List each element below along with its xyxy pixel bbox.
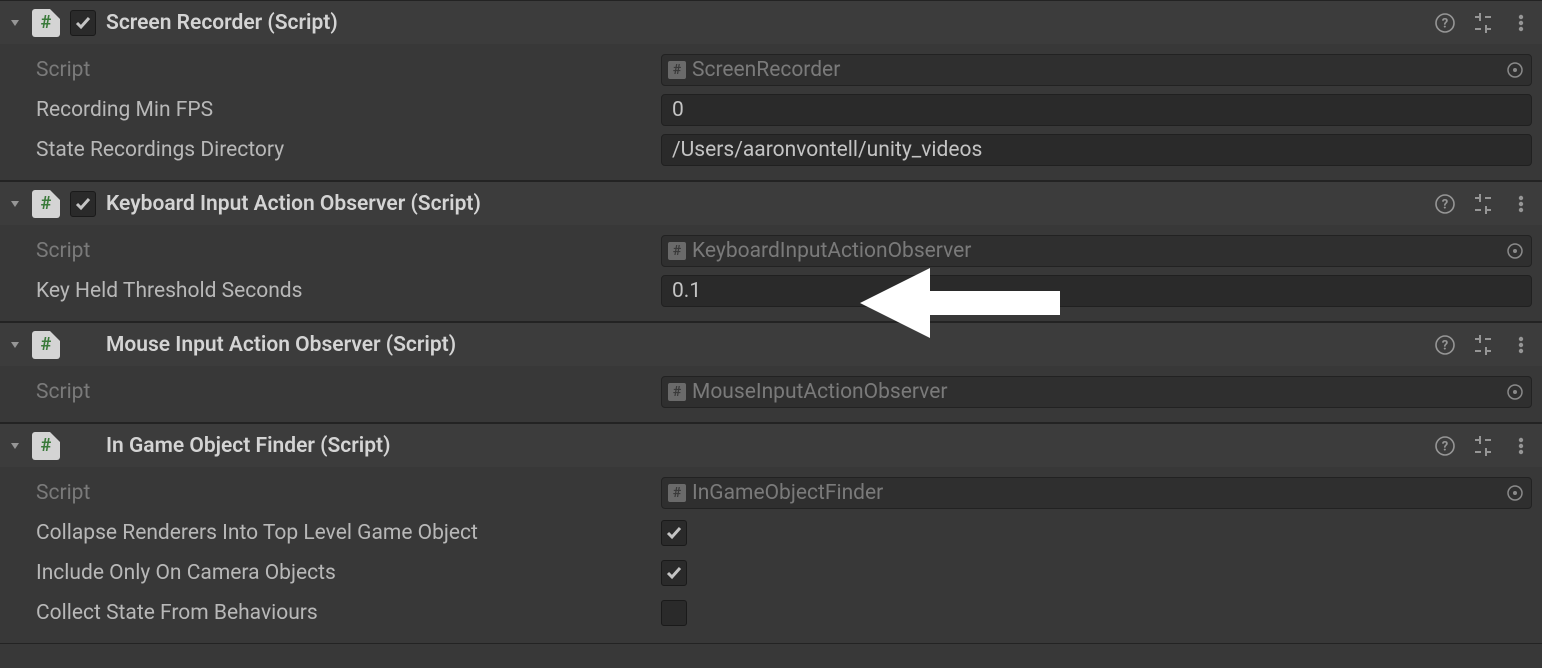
script-mini-icon: #: [668, 242, 686, 260]
field-label: Recording Min FPS: [36, 98, 661, 122]
component-mouse-observer: # Mouse Input Action Observer (Script) ?…: [0, 322, 1542, 423]
collapse-renderers-row: Collapse Renderers Into Top Level Game O…: [0, 513, 1542, 553]
script-icon: #: [32, 190, 60, 218]
script-icon: #: [32, 9, 60, 37]
foldout-toggle[interactable]: [6, 439, 24, 453]
component-header[interactable]: # Mouse Input Action Observer (Script) ?: [0, 322, 1542, 366]
context-menu-icon[interactable]: [1510, 334, 1532, 356]
foldout-toggle[interactable]: [6, 338, 24, 352]
enable-checkbox[interactable]: [70, 191, 96, 217]
script-value: KeyboardInputActionObserver: [692, 239, 1501, 263]
svg-text:?: ?: [1442, 16, 1448, 31]
key-held-threshold-input[interactable]: [661, 275, 1532, 307]
context-menu-icon[interactable]: [1510, 193, 1532, 215]
script-icon: #: [32, 432, 60, 460]
script-object-field[interactable]: # InGameObjectFinder: [661, 477, 1532, 509]
component-title: In Game Object Finder (Script): [106, 434, 1434, 458]
field-label: Collapse Renderers Into Top Level Game O…: [36, 521, 661, 545]
script-object-field[interactable]: # MouseInputActionObserver: [661, 376, 1532, 408]
field-label: Script: [36, 58, 661, 82]
field-label: Script: [36, 481, 661, 505]
preset-icon[interactable]: [1472, 12, 1494, 34]
script-field-row: Script # ScreenRecorder: [0, 50, 1542, 90]
script-value: InGameObjectFinder: [692, 481, 1501, 505]
script-mini-icon: #: [668, 61, 686, 79]
collapse-renderers-checkbox[interactable]: [661, 520, 687, 546]
component-body: Script # MouseInputActionObserver: [0, 366, 1542, 422]
field-label: Script: [36, 380, 661, 404]
field-label: Key Held Threshold Seconds: [36, 279, 661, 303]
help-icon[interactable]: ?: [1434, 435, 1456, 457]
enable-checkbox[interactable]: [70, 10, 96, 36]
preset-icon[interactable]: [1472, 435, 1494, 457]
preset-icon[interactable]: [1472, 334, 1494, 356]
svg-text:?: ?: [1442, 338, 1448, 353]
recording-min-fps-input[interactable]: [661, 94, 1532, 126]
help-icon[interactable]: ?: [1434, 193, 1456, 215]
object-picker-icon[interactable]: [1505, 241, 1525, 261]
script-field-row: Script # KeyboardInputActionObserver: [0, 231, 1542, 271]
field-label: Collect State From Behaviours: [36, 601, 661, 625]
svg-text:?: ?: [1442, 439, 1448, 454]
component-title: Mouse Input Action Observer (Script): [106, 333, 1434, 357]
script-field-row: Script # MouseInputActionObserver: [0, 372, 1542, 412]
help-icon[interactable]: ?: [1434, 12, 1456, 34]
component-screen-recorder: # Screen Recorder (Script) ? Script: [0, 0, 1542, 181]
script-value: MouseInputActionObserver: [692, 380, 1501, 404]
field-label: Script: [36, 239, 661, 263]
recording-min-fps-row: Recording Min FPS: [0, 90, 1542, 130]
component-body: Script # ScreenRecorder Recording Min FP…: [0, 44, 1542, 180]
help-icon[interactable]: ?: [1434, 334, 1456, 356]
foldout-toggle[interactable]: [6, 16, 24, 30]
state-recordings-directory-row: State Recordings Directory: [0, 130, 1542, 170]
foldout-toggle[interactable]: [6, 197, 24, 211]
context-menu-icon[interactable]: [1510, 12, 1532, 34]
script-mini-icon: #: [668, 383, 686, 401]
component-title: Keyboard Input Action Observer (Script): [106, 192, 1434, 216]
context-menu-icon[interactable]: [1510, 435, 1532, 457]
component-header[interactable]: # Keyboard Input Action Observer (Script…: [0, 181, 1542, 225]
state-recordings-directory-input[interactable]: [661, 134, 1532, 166]
object-picker-icon[interactable]: [1505, 382, 1525, 402]
field-label: State Recordings Directory: [36, 138, 661, 162]
script-field-row: Script # InGameObjectFinder: [0, 473, 1542, 513]
inspector-root: # Screen Recorder (Script) ? Script: [0, 0, 1542, 644]
script-value: ScreenRecorder: [692, 58, 1501, 82]
component-header[interactable]: # In Game Object Finder (Script) ?: [0, 423, 1542, 467]
component-title: Screen Recorder (Script): [106, 11, 1434, 35]
script-object-field[interactable]: # ScreenRecorder: [661, 54, 1532, 86]
object-picker-icon[interactable]: [1505, 483, 1525, 503]
script-object-field[interactable]: # KeyboardInputActionObserver: [661, 235, 1532, 267]
component-body: Script # InGameObjectFinder Collapse Ren…: [0, 467, 1542, 643]
svg-text:?: ?: [1442, 197, 1448, 212]
collect-state-row: Collect State From Behaviours: [0, 593, 1542, 633]
component-keyboard-observer: # Keyboard Input Action Observer (Script…: [0, 181, 1542, 322]
script-icon: #: [32, 331, 60, 359]
object-picker-icon[interactable]: [1505, 60, 1525, 80]
preset-icon[interactable]: [1472, 193, 1494, 215]
include-only-camera-checkbox[interactable]: [661, 560, 687, 586]
component-in-game-object-finder: # In Game Object Finder (Script) ? Scrip…: [0, 423, 1542, 644]
component-body: Script # KeyboardInputActionObserver Key…: [0, 225, 1542, 321]
script-mini-icon: #: [668, 484, 686, 502]
key-held-threshold-row: Key Held Threshold Seconds: [0, 271, 1542, 311]
component-header[interactable]: # Screen Recorder (Script) ?: [0, 0, 1542, 44]
field-label: Include Only On Camera Objects: [36, 561, 661, 585]
collect-state-checkbox[interactable]: [661, 600, 687, 626]
include-only-camera-row: Include Only On Camera Objects: [0, 553, 1542, 593]
